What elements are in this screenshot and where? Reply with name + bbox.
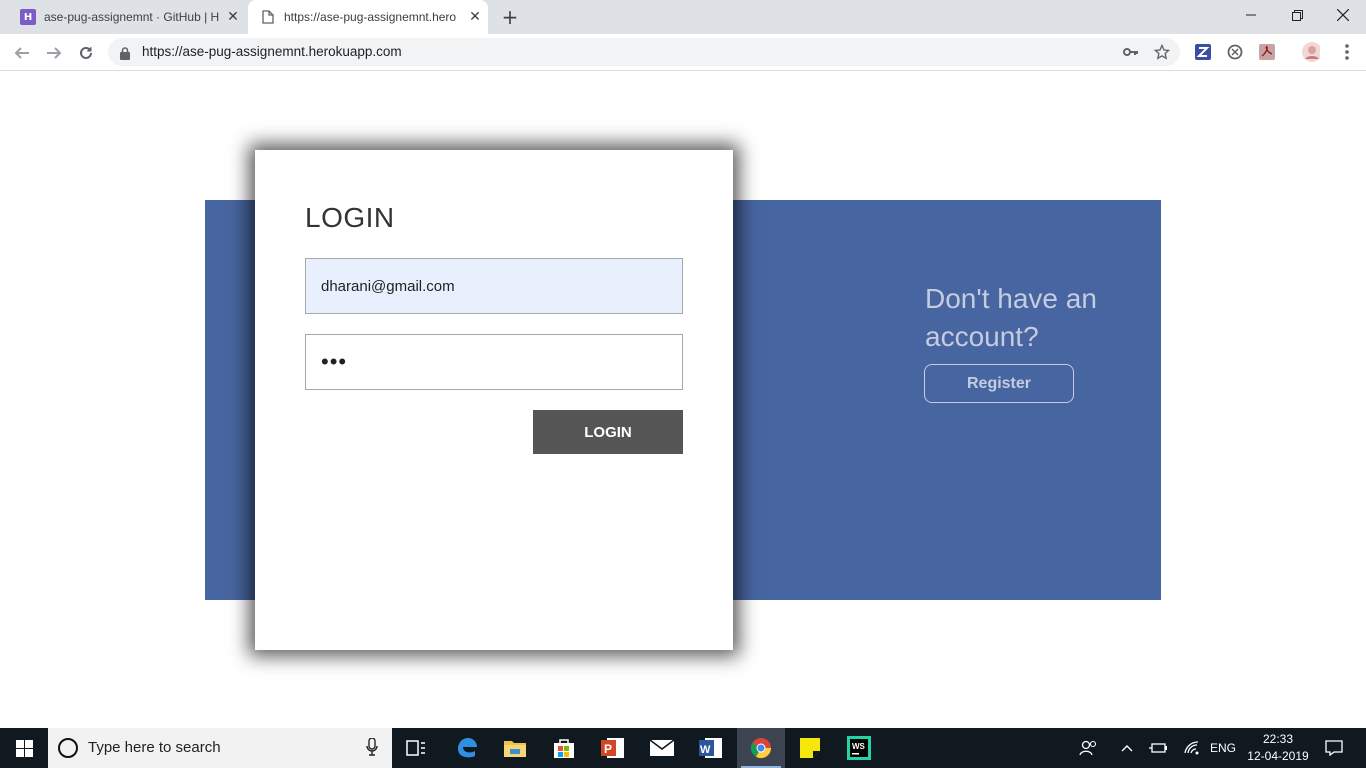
heroku-icon: H xyxy=(20,9,36,25)
url-text[interactable]: https://ase-pug-assignemnt.herokuapp.com xyxy=(142,44,402,59)
task-view-icon[interactable] xyxy=(392,728,440,768)
email-input[interactable]: dharani@gmail.com xyxy=(305,258,683,314)
webstorm-icon[interactable]: WS xyxy=(835,728,883,768)
reload-button[interactable] xyxy=(72,39,100,67)
minimize-button[interactable] xyxy=(1228,0,1274,30)
windows-taskbar: Type here to search P W WS ENG 22:33 12-… xyxy=(0,728,1366,768)
file-explorer-icon[interactable] xyxy=(491,728,539,768)
search-placeholder: Type here to search xyxy=(88,739,221,756)
pdf-extension-icon[interactable] xyxy=(1258,43,1276,61)
login-title: LOGIN xyxy=(305,202,395,233)
close-window-button[interactable] xyxy=(1320,0,1366,30)
tab-title: https://ase-pug-assignemnt.hero xyxy=(284,10,457,24)
extension-swirl-icon[interactable] xyxy=(1226,43,1244,61)
browser-tab-strip: H ase-pug-assignemnt · GitHub | H ✕ http… xyxy=(0,0,1366,34)
key-icon[interactable] xyxy=(1122,44,1140,60)
people-icon[interactable] xyxy=(1074,728,1102,768)
mail-icon[interactable] xyxy=(638,728,686,768)
page-icon xyxy=(260,9,276,25)
word-icon[interactable]: W xyxy=(687,728,735,768)
chrome-icon[interactable] xyxy=(737,728,785,768)
browser-tab-herokuapp[interactable]: https://ase-pug-assignemnt.hero ✕ xyxy=(248,0,488,34)
microphone-icon[interactable] xyxy=(366,737,378,760)
browser-toolbar: https://ase-pug-assignemnt.herokuapp.com xyxy=(0,34,1366,71)
battery-icon[interactable] xyxy=(1146,728,1170,768)
sticky-notes-icon[interactable] xyxy=(786,728,834,768)
svg-text:P: P xyxy=(604,742,612,756)
zotero-extension-icon[interactable] xyxy=(1194,43,1212,61)
clock-time: 22:33 xyxy=(1262,732,1294,746)
clock-date: 12-04-2019 xyxy=(1247,749,1309,763)
notifications-icon[interactable] xyxy=(1318,728,1350,768)
restore-button[interactable] xyxy=(1274,0,1320,30)
register-prompt-heading: Don't have an account? xyxy=(925,283,1097,352)
microsoft-store-icon[interactable] xyxy=(540,728,588,768)
back-button[interactable] xyxy=(8,39,36,67)
svg-text:W: W xyxy=(700,744,711,756)
address-bar[interactable]: https://ase-pug-assignemnt.herokuapp.com xyxy=(108,38,1180,66)
close-tab-icon[interactable]: ✕ xyxy=(220,9,246,25)
register-button[interactable]: Register xyxy=(924,364,1074,403)
input-language-indicator[interactable]: ENG xyxy=(1206,728,1240,768)
bookmark-star-icon[interactable] xyxy=(1153,44,1171,60)
login-button[interactable]: LOGIN xyxy=(533,410,683,454)
tab-title: ase-pug-assignemnt · GitHub | H xyxy=(44,10,220,24)
menu-icon[interactable] xyxy=(1338,43,1356,61)
close-tab-icon[interactable]: ✕ xyxy=(462,9,488,25)
powerpoint-icon[interactable]: P xyxy=(589,728,637,768)
password-input[interactable]: ••• xyxy=(305,334,683,390)
svg-text:WS: WS xyxy=(852,742,866,751)
cortana-icon xyxy=(58,738,78,758)
login-card: LOGIN dharani@gmail.com ••• LOGIN xyxy=(255,150,733,650)
browser-tab-github[interactable]: H ase-pug-assignemnt · GitHub | H ✕ xyxy=(10,0,246,34)
forward-button[interactable] xyxy=(40,39,68,67)
profile-avatar-icon[interactable] xyxy=(1302,42,1320,62)
new-tab-button[interactable]: + xyxy=(498,6,522,28)
taskbar-clock[interactable]: 22:33 12-04-2019 xyxy=(1240,731,1316,765)
wifi-icon[interactable] xyxy=(1180,728,1204,768)
chevron-up-icon[interactable] xyxy=(1116,728,1138,768)
edge-browser-icon[interactable] xyxy=(443,728,491,768)
lock-icon[interactable] xyxy=(120,45,130,64)
start-button[interactable] xyxy=(0,728,48,768)
taskbar-search-box[interactable]: Type here to search xyxy=(48,728,392,768)
